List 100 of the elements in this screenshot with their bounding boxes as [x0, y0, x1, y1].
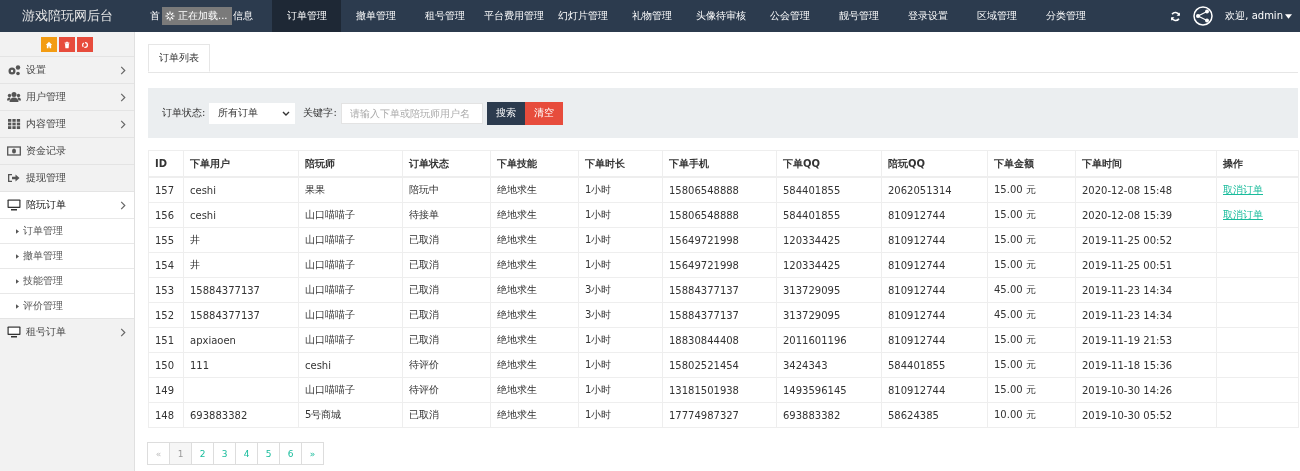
- sidebar-label: 用户管理: [26, 90, 67, 104]
- loading-text: 正在加载...: [178, 9, 228, 23]
- table-cell: 2019-11-23 14:34: [1075, 277, 1217, 303]
- table-cell: 待评价: [402, 352, 491, 378]
- table-cell: 15.00 元: [987, 227, 1076, 253]
- table-cell: 15.00 元: [987, 202, 1076, 228]
- caret-icon: [16, 253, 19, 259]
- table-cell: 120334425: [776, 252, 882, 278]
- table-cell: 1小时: [578, 327, 663, 353]
- clear-button[interactable]: 清空: [524, 101, 563, 125]
- table-cell: 2019-11-25 00:52: [1075, 227, 1217, 253]
- chevron-icon: [120, 200, 126, 210]
- column-header: 下单手机: [662, 150, 777, 177]
- table-cell: 15.00 元: [987, 327, 1076, 353]
- table-cell: 果果: [298, 177, 403, 203]
- nav-item[interactable]: 撤单管理: [341, 0, 410, 32]
- sidebar-subitem[interactable]: 技能管理: [0, 268, 134, 293]
- column-header: 下单用户: [183, 150, 299, 177]
- status-select[interactable]: 所有订单: [209, 102, 296, 124]
- column-header: 陪玩师: [298, 150, 403, 177]
- table-cell: apxiaoen: [183, 327, 299, 353]
- table-cell: 2019-11-19 21:53: [1075, 327, 1217, 353]
- sidebar-label: 陪玩订单: [26, 198, 67, 212]
- brand-title: 游戏陪玩网后台: [21, 7, 114, 25]
- tab[interactable]: 订单列表: [148, 44, 210, 72]
- nav-item[interactable]: 幻灯片管理: [548, 0, 617, 32]
- table-cell: 15649721998: [662, 252, 777, 278]
- table-cell: 已取消: [402, 277, 491, 303]
- recycle-icon: [81, 40, 89, 49]
- table-cell: 17774987327: [662, 402, 777, 428]
- nav-item[interactable]: 首 正在加载... 信息: [140, 0, 272, 32]
- table-cell: 1493596145: [776, 377, 882, 403]
- table-cell: 18830844408: [662, 327, 777, 353]
- nav-item[interactable]: 头像待审核: [686, 0, 755, 32]
- table-cell: 绝地求生: [490, 202, 579, 228]
- keyword-field[interactable]: 请输入下单或陪玩师用户名: [340, 102, 483, 124]
- table-cell: 1小时: [578, 227, 663, 253]
- nav-item[interactable]: 租号管理: [410, 0, 479, 32]
- table-cell: ceshi: [298, 352, 403, 378]
- table-cell: 山口喵喵子: [298, 327, 403, 353]
- nav-item[interactable]: 订单管理: [272, 0, 341, 32]
- status-label: 订单状态:: [162, 106, 206, 120]
- nav-item[interactable]: 平台费用管理: [479, 0, 548, 32]
- chevron-icon: [120, 327, 126, 337]
- nav-item[interactable]: 靓号管理: [824, 0, 893, 32]
- table-cell: 绝地求生: [490, 277, 579, 303]
- table-cell: 3424343: [776, 352, 882, 378]
- table-cell: 待评价: [402, 377, 491, 403]
- table-cell: 584401855: [881, 352, 988, 378]
- table-cell: 1小时: [578, 377, 663, 403]
- table-cell: 58624385: [881, 402, 988, 428]
- column-header: 下单时间: [1075, 150, 1217, 177]
- table-cell: 待接单: [402, 202, 491, 228]
- table-cell: 2011601196: [776, 327, 882, 353]
- table-cell: 15884377137: [183, 277, 299, 303]
- home-button[interactable]: [41, 37, 57, 52]
- user-menu[interactable]: 欢迎, admin: [1225, 9, 1292, 23]
- table-cell: 155: [148, 227, 184, 253]
- column-header: ID: [148, 150, 184, 177]
- caret-icon: [16, 303, 19, 309]
- table-cell: 1小时: [578, 252, 663, 278]
- table-cell: 15884377137: [662, 302, 777, 328]
- sidebar-label: 技能管理: [23, 274, 63, 288]
- caret-icon: [16, 228, 19, 234]
- chevron-icon: [120, 92, 126, 102]
- table-cell: 10.00 元: [987, 402, 1076, 428]
- table-cell: 2019-10-30 05:52: [1075, 402, 1217, 428]
- chevron-icon: [120, 119, 126, 129]
- refresh-icon[interactable]: [1170, 10, 1182, 22]
- nav-item[interactable]: 公会管理: [755, 0, 824, 32]
- table-cell: 山口喵喵子: [298, 277, 403, 303]
- nav-item[interactable]: 登录设置: [893, 0, 962, 32]
- table-cell: 绝地求生: [490, 352, 579, 378]
- nav-label: 信息: [233, 9, 253, 23]
- table-cell: 3小时: [578, 302, 663, 328]
- table-cell: 313729095: [776, 277, 882, 303]
- nav-item[interactable]: 分类管理: [1031, 0, 1100, 32]
- table-cell: 1小时: [578, 177, 663, 203]
- table-cell: 15.00 元: [987, 377, 1076, 403]
- sidebar-label: 订单管理: [23, 224, 63, 238]
- table-cell: 15884377137: [662, 277, 777, 303]
- search-button[interactable]: 搜索: [486, 101, 525, 125]
- caret-icon: [1285, 13, 1292, 19]
- table-cell: 3小时: [578, 277, 663, 303]
- nav-item[interactable]: 礼物管理: [617, 0, 686, 32]
- table-cell: 149: [148, 377, 184, 403]
- column-header: 下单金额: [987, 150, 1076, 177]
- column-header: 操作: [1216, 150, 1299, 177]
- sidebar-subitem[interactable]: 评价管理: [0, 293, 134, 318]
- sidebar-subitem[interactable]: 订单管理: [0, 218, 134, 243]
- keyword-label: 关键字:: [303, 106, 337, 120]
- table-cell: 45.00 元: [987, 302, 1076, 328]
- table-cell: 2062051314: [881, 177, 988, 203]
- table-cell: 152: [148, 302, 184, 328]
- table-cell: 绝地求生: [490, 377, 579, 403]
- sidebar-subitem[interactable]: 撤单管理: [0, 243, 134, 268]
- recycle-button[interactable]: [77, 37, 93, 52]
- nav-item[interactable]: 区域管理: [962, 0, 1031, 32]
- delete-button[interactable]: [59, 37, 75, 52]
- sidebar-item[interactable]: 陪玩订单: [0, 191, 134, 218]
